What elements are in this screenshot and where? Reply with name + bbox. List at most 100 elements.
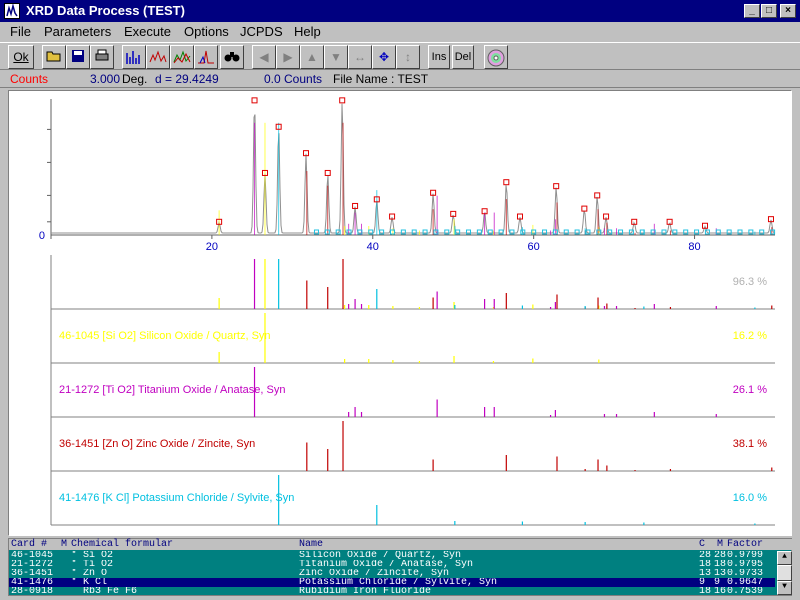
reference-percent: 26.1 %: [733, 384, 767, 396]
menu-help[interactable]: Help: [294, 24, 321, 39]
cell-m: *: [71, 560, 78, 569]
reference-label: 46-1045 [Si O2] Silicon Oxide / Quartz, …: [59, 330, 271, 342]
peak-marker: [503, 179, 510, 186]
cell-factor: 0.9795: [727, 560, 764, 569]
cell-card: 36-1451: [11, 569, 54, 578]
table-row[interactable]: 46-1045 * Si O2 Silicon Oxide / Quartz, Syn…: [9, 551, 775, 560]
cell-mm: 18: [714, 560, 727, 569]
scrollbar-track[interactable]: [777, 565, 792, 581]
scroll-down-button[interactable]: ▼: [777, 581, 792, 595]
cell-c: 9: [699, 578, 706, 587]
ok-button[interactable]: Ok: [8, 45, 34, 69]
cell-formula: Si O2: [83, 551, 114, 560]
insert-button[interactable]: Ins: [428, 45, 450, 69]
scroll-up-button[interactable]: ▲: [777, 551, 792, 565]
status-deg-label: Deg.: [122, 72, 148, 86]
cell-name: Rubidium Iron Fluoride: [299, 587, 432, 596]
reference-label: 21-1272 [Ti O2] Titanium Oxide / Anatase…: [59, 384, 285, 396]
menu-parameters[interactable]: Parameters: [44, 24, 111, 39]
x-tick-label: 60: [528, 241, 540, 253]
open-folder-icon[interactable]: [42, 45, 66, 69]
app-icon[interactable]: [4, 3, 20, 19]
status-d-spacing: d = 29.4249: [155, 72, 219, 86]
move-cross-icon[interactable]: ✥: [372, 45, 396, 69]
maximize-button[interactable]: □: [761, 4, 777, 18]
cell-card: 28-0918: [11, 587, 54, 596]
status-counts: 0.0 Counts: [264, 72, 323, 86]
minimize-button[interactable]: _: [744, 4, 760, 18]
cell-c: 28: [699, 551, 712, 560]
cell-formula: Ti O2: [83, 560, 114, 569]
table-row[interactable]: 21-1272 * Ti O2 Titanium Oxide / Anatase, S…: [9, 560, 775, 569]
toolbar: Ok ◀ ▶ ▲ ▼ ↔ ✥ ↕ Ins Del: [0, 42, 800, 70]
reference-percent: 38.1 %: [733, 438, 767, 450]
title-bar: XRD Data Process (TEST) _ □ ×: [0, 0, 800, 22]
menu-file[interactable]: File: [10, 24, 31, 39]
expand-vertical-icon[interactable]: ↕: [396, 45, 420, 69]
header-c: C: [699, 539, 706, 550]
reference-percent: 16.0 %: [733, 492, 767, 504]
x-tick-label: 20: [206, 241, 218, 253]
menu-options[interactable]: Options: [184, 24, 229, 39]
cell-mm: 28: [714, 551, 727, 560]
peak-spectrum-icon[interactable]: [194, 45, 218, 69]
bar-spectrum-icon[interactable]: [122, 45, 146, 69]
cell-formula: Zn O: [83, 569, 108, 578]
header-mm: M: [717, 539, 724, 550]
status-bar: Counts 3.000 Deg. d = 29.4249 0.0 Counts…: [0, 70, 800, 88]
table-row[interactable]: 41-1476 * K Cl Potassium Chloride / Sylvite…: [9, 578, 775, 587]
card-list[interactable]: Card # M Chemical formular Name C M Fact…: [8, 538, 793, 596]
status-file-name: File Name : TEST: [333, 72, 429, 86]
y-zero-label: 0: [39, 230, 45, 242]
header-factor: Factor: [727, 539, 764, 550]
peak-marker: [324, 169, 331, 176]
cell-name: Zinc Oxide / Zincite, Syn: [299, 569, 450, 578]
cell-mm: 16: [714, 587, 727, 596]
cell-mm: 9: [714, 578, 721, 587]
down-arrow-icon[interactable]: ▼: [324, 45, 348, 69]
cell-c: 18: [699, 587, 712, 596]
delete-button[interactable]: Del: [452, 45, 474, 69]
status-mode: Counts: [10, 72, 49, 86]
combined-percent: 96.3 %: [733, 276, 767, 288]
pattern-line: [51, 103, 776, 234]
menu-jcpds[interactable]: JCPDS: [240, 24, 283, 39]
cell-formula: K Cl: [83, 578, 108, 587]
line-spectrum-icon[interactable]: [146, 45, 170, 69]
table-row[interactable]: 36-1451 * Zn O Zinc Oxide / Zincite, Syn 13 1…: [9, 569, 775, 578]
cell-name: Potassium Chloride / Sylvite, Syn: [299, 578, 498, 587]
cell-c: 18: [699, 560, 712, 569]
print-icon[interactable]: [90, 45, 114, 69]
menu-execute[interactable]: Execute: [124, 24, 171, 39]
up-arrow-icon[interactable]: ▲: [300, 45, 324, 69]
xrd-chart[interactable]: 20 40 60 80 0 96.3 % 46-1045 [Si O2] Silicon O…: [9, 91, 791, 535]
cell-m: *: [71, 578, 78, 587]
cd-disc-icon[interactable]: [484, 45, 508, 69]
header-card: Card #: [11, 539, 48, 550]
binoculars-icon[interactable]: [220, 45, 244, 69]
table-row[interactable]: 28-0918 Rb3 Fe F6 Rubidium Iron Fluoride 18…: [9, 587, 775, 596]
x-tick-label: 40: [367, 241, 379, 253]
cell-factor: 0.7539: [727, 587, 764, 596]
reference-percent: 16.2 %: [733, 330, 767, 342]
close-button[interactable]: ×: [780, 4, 796, 18]
cell-card: 46-1045: [11, 551, 54, 560]
cell-name: Titanium Oxide / Anatase, Syn: [299, 560, 474, 569]
cell-name: Silicon Oxide / Quartz, Syn: [299, 551, 462, 560]
x-tick-label: 80: [688, 241, 700, 253]
save-icon[interactable]: [66, 45, 90, 69]
expand-horizontal-icon[interactable]: ↔: [348, 45, 372, 69]
window-title: XRD Data Process (TEST): [26, 3, 185, 18]
reference-label: 36-1451 [Zn O] Zinc Oxide / Zincite, Syn: [59, 438, 255, 450]
cell-formula: Rb3 Fe F6: [83, 587, 138, 596]
cell-factor: 0.9647: [727, 578, 764, 587]
xrd-chart-panel[interactable]: 20 40 60 80 0 96.3 % 46-1045 [Si O2] Silicon O…: [8, 90, 792, 536]
overlay-spectrum-icon[interactable]: [170, 45, 194, 69]
cell-factor: 0.9799: [727, 551, 764, 560]
header-name: Name: [299, 539, 324, 550]
cell-m: *: [71, 551, 78, 560]
cell-card: 41-1476: [11, 578, 54, 587]
right-arrow-icon[interactable]: ▶: [276, 45, 300, 69]
header-m: M: [61, 539, 68, 550]
left-arrow-icon[interactable]: ◀: [252, 45, 276, 69]
